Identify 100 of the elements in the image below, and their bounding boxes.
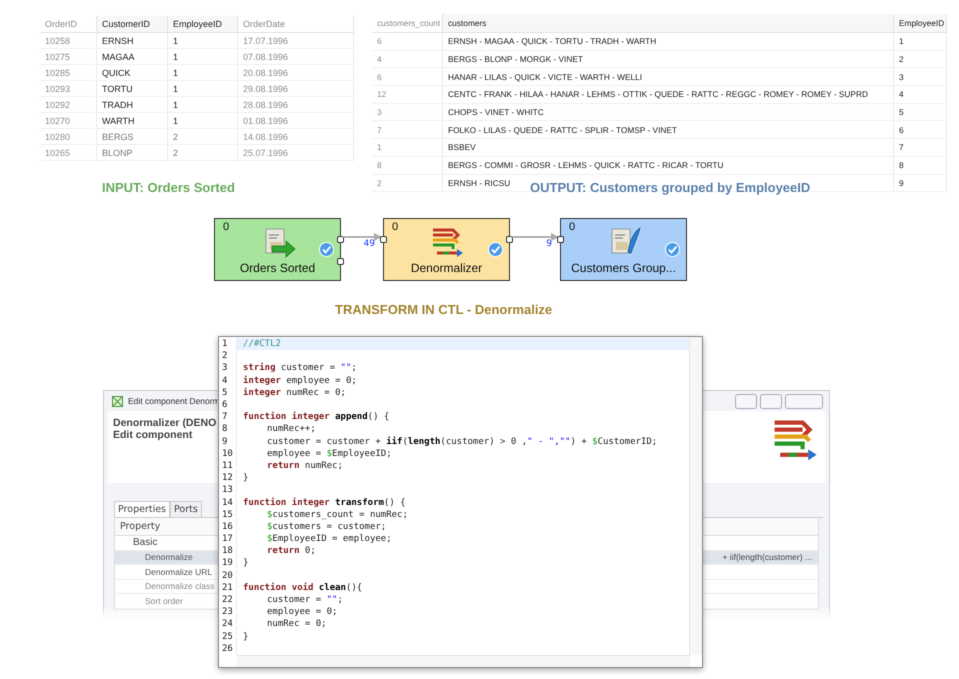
table-cell: 4	[894, 86, 946, 104]
app-icon	[112, 396, 123, 406]
table-cell: 10270	[40, 112, 96, 128]
line-number: 14	[221, 498, 234, 508]
line-number: 3	[221, 363, 228, 374]
scrollbar[interactable]	[689, 337, 702, 655]
table-cell: FOLKO - LILAS - QUEDE - RATTC - SPLIR - TOMSP - VINET	[442, 120, 894, 139]
table-cell: 3	[894, 68, 946, 86]
line-number: 13	[221, 485, 234, 496]
line-number: 9	[221, 436, 228, 447]
input-port[interactable]	[557, 236, 564, 243]
node-label: Customers Group...	[571, 261, 676, 277]
table-cell: 10265	[40, 144, 96, 160]
table-cell: BSBEV	[442, 138, 894, 156]
table-cell: 1	[168, 80, 238, 96]
table-cell: 1	[168, 48, 238, 64]
check-icon	[665, 242, 680, 257]
table-cell: CENTC - FRANK - HILAA - HANAR - LEHMS - OTTIK - QUEDE - RATTC - REGGC - ROMEY - ROMEY - SUPRD	[442, 86, 894, 104]
table-cell: MAGAA	[96, 48, 168, 64]
line-number: 19	[221, 558, 234, 568]
table-cell: ERNSH	[96, 32, 168, 48]
table-cell: 8	[894, 156, 946, 174]
output-port[interactable]	[506, 236, 513, 243]
table-cell: 2	[894, 50, 946, 68]
table-cell: 10258	[40, 32, 96, 48]
table-cell: 2	[372, 174, 442, 192]
table-cell: 2	[168, 144, 238, 160]
line-number: 1	[221, 339, 228, 350]
output-port[interactable]	[337, 236, 344, 243]
table-cell: 17.07.1996	[238, 32, 354, 48]
section-caption: INPUT: Orders Sorted	[102, 180, 235, 195]
line-number: 23	[221, 607, 234, 618]
node-label: Denormalizer	[410, 261, 482, 277]
node-count: 0	[392, 221, 398, 233]
table-cell: CHOPS - VINET - WHITC	[442, 103, 894, 121]
column-header: OrderDate	[238, 16, 354, 32]
table-cell: 4	[372, 50, 442, 68]
table-cell: 10280	[40, 128, 96, 144]
table-cell: 12	[372, 86, 442, 104]
record-count: 9	[546, 239, 552, 249]
dialog-subheading: Edit component	[113, 429, 194, 441]
table-cell: 6	[372, 68, 442, 86]
table-cell: 10293	[40, 80, 96, 96]
line-number: 8	[221, 424, 228, 434]
property-value: + iif(length(customer) ...	[722, 552, 813, 562]
column-header: EmployeeID	[894, 14, 946, 32]
table-cell: BERGS - BLONP - MORGK - VINET	[442, 50, 894, 68]
line-number: 5	[221, 388, 228, 398]
check-icon	[319, 242, 334, 257]
output-port[interactable]	[337, 258, 344, 265]
tab[interactable]: Ports	[170, 501, 202, 517]
line-number: 12	[221, 473, 234, 484]
line-number: 10	[221, 448, 234, 459]
table-cell: 6	[372, 32, 442, 50]
column-header: EmployeeID	[168, 16, 238, 32]
record-count: 49	[364, 239, 375, 249]
table-cell: 1	[168, 64, 238, 80]
line-number: 6	[221, 400, 228, 410]
table-cell: 07.08.1996	[238, 48, 354, 64]
column-header: OrderID	[40, 16, 96, 32]
table-cell: BERGS - COMMI - GROSR - LEHMS - QUICK - RATTC - RICAR - TORTU	[442, 156, 894, 174]
tab[interactable]: Properties	[114, 501, 170, 517]
dialog-heading: Denormalizer (DENO	[113, 417, 216, 429]
table-cell: WARTH	[96, 112, 168, 128]
table-cell: 14.08.1996	[238, 128, 354, 144]
table-cell: QUICK	[96, 64, 168, 80]
scrollbar[interactable]	[237, 655, 690, 667]
line-number: 26	[221, 644, 234, 654]
line-number: 18	[221, 546, 234, 556]
node-count: 0	[569, 221, 576, 233]
graph-node[interactable]: 0 Customers Group...	[560, 218, 687, 281]
line-number: 16	[221, 522, 234, 532]
table-cell: TORTU	[96, 80, 168, 96]
node-count: 0	[223, 221, 230, 233]
table-cell: 20.08.1996	[238, 64, 354, 80]
line-number: 22	[221, 595, 234, 606]
table-cell: 29.08.1996	[238, 80, 354, 96]
table-cell: 10292	[40, 96, 96, 112]
column-header: customers	[442, 14, 894, 32]
table-cell: 2	[168, 128, 238, 144]
line-number: 20	[221, 570, 234, 581]
table-cell: 25.07.1996	[238, 144, 354, 160]
table-cell: 1	[168, 96, 238, 112]
table-cell: 9	[894, 174, 946, 192]
table-cell: 10275	[40, 48, 96, 64]
input-port[interactable]	[380, 236, 387, 243]
table-cell: BLONP	[96, 144, 168, 160]
code-editor-dialog[interactable]	[218, 336, 703, 668]
graph-node[interactable]: 0 Denormalizer	[383, 218, 510, 281]
table-cell: 5	[894, 103, 946, 121]
table-cell: 1	[168, 112, 238, 128]
table-cell: 7	[894, 138, 946, 156]
line-number: 11	[221, 460, 234, 471]
line-number: 15	[221, 510, 234, 520]
table-cell: 6	[894, 120, 946, 139]
table-cell: 3	[372, 103, 442, 121]
section-caption: OUTPUT: Customers grouped by EmployeeID	[530, 180, 810, 195]
graph-node[interactable]: 0 Orders Sorted	[214, 218, 341, 281]
table-cell: HANAR - LILAS - QUICK - VICTE - WARTH - WELLI	[442, 68, 894, 86]
column-header: CustomerID	[96, 16, 168, 32]
